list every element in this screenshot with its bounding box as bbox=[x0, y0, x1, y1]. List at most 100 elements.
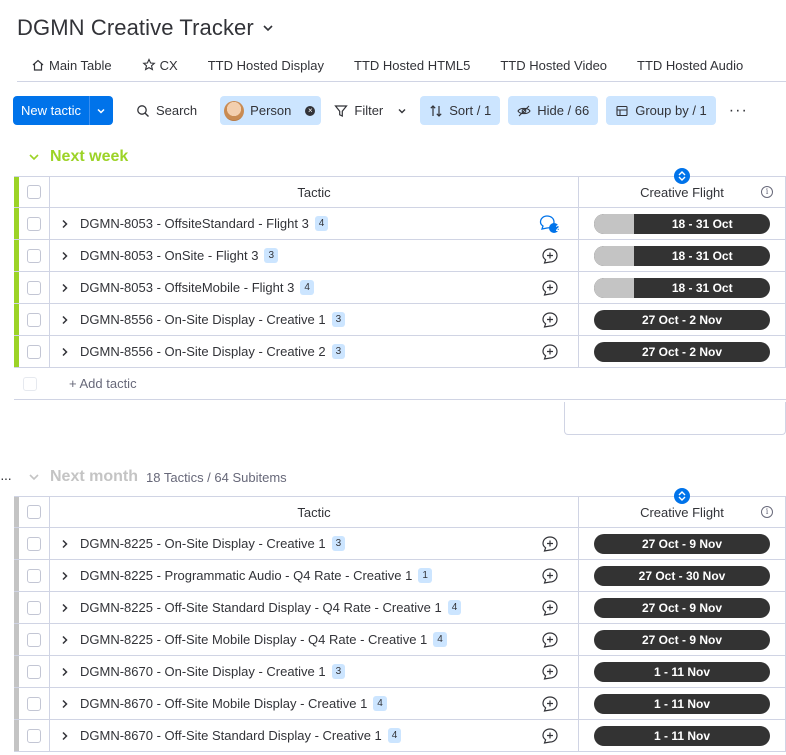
timeline-bar[interactable]: 1 - 11 Nov bbox=[594, 725, 770, 746]
add-update-icon[interactable] bbox=[541, 535, 559, 553]
checkbox[interactable] bbox=[27, 216, 41, 231]
checkbox[interactable] bbox=[27, 600, 41, 615]
timeline-bar[interactable]: 27 Oct - 2 Nov bbox=[594, 309, 770, 330]
close-icon[interactable]: × bbox=[305, 105, 316, 116]
row-checkbox-cell[interactable] bbox=[19, 336, 50, 367]
tactic-name-cell[interactable]: DGMN-8556 - On-Site Display - Creative 2… bbox=[50, 336, 521, 367]
checkbox[interactable] bbox=[27, 664, 41, 679]
tactic-name[interactable]: DGMN-8053 - OffsiteMobile - Flight 3 bbox=[80, 280, 294, 295]
chevron-right-icon[interactable] bbox=[60, 283, 70, 293]
table-row[interactable]: DGMN-8225 - On-Site Display - Creative 1… bbox=[14, 528, 786, 560]
row-checkbox-cell[interactable] bbox=[19, 560, 50, 591]
creative-flight-cell[interactable]: 1 - 11 Nov bbox=[579, 720, 786, 751]
updates-cell[interactable] bbox=[521, 688, 579, 719]
subitem-count-badge[interactable]: 4 bbox=[300, 280, 314, 295]
chevron-down-icon[interactable] bbox=[28, 151, 40, 163]
add-update-icon[interactable] bbox=[541, 247, 559, 265]
tactic-name[interactable]: DGMN-8556 - On-Site Display - Creative 2 bbox=[80, 344, 326, 359]
more-icon[interactable]: ··· bbox=[720, 96, 757, 125]
table-row[interactable]: DGMN-8556 - On-Site Display - Creative 1… bbox=[14, 304, 786, 336]
add-tactic-row[interactable]: + Add tactic bbox=[14, 368, 786, 400]
subitem-count-badge[interactable]: 3 bbox=[331, 312, 346, 327]
table-row[interactable]: DGMN-8670 - Off-Site Mobile Display - Cr… bbox=[14, 688, 786, 720]
add-update-icon[interactable] bbox=[541, 695, 559, 713]
table-row[interactable]: DGMN-8670 - On-Site Display - Creative 1… bbox=[14, 656, 786, 688]
chevron-down-icon[interactable] bbox=[28, 471, 40, 483]
timeline-bar[interactable]: 27 Oct - 30 Nov bbox=[594, 565, 770, 586]
updates-cell[interactable] bbox=[521, 560, 579, 591]
tactic-name[interactable]: DGMN-8225 - Off-Site Mobile Display - Q4… bbox=[80, 632, 427, 647]
subitem-count-badge[interactable]: 1 bbox=[418, 568, 432, 583]
chevron-right-icon[interactable] bbox=[60, 219, 70, 229]
chevron-right-icon[interactable] bbox=[60, 699, 70, 709]
checkbox[interactable] bbox=[27, 248, 41, 263]
subitem-count-badge[interactable]: 3 bbox=[264, 248, 279, 263]
column-header-creative-flight[interactable]: Creative Flight i bbox=[579, 168, 786, 207]
creative-flight-cell[interactable]: 1 - 11 Nov bbox=[579, 688, 786, 719]
tactic-name[interactable]: DGMN-8556 - On-Site Display - Creative 1 bbox=[80, 312, 326, 327]
group-header-next-week[interactable]: Next week bbox=[28, 148, 128, 166]
column-header-tactic[interactable]: Tactic bbox=[50, 497, 579, 527]
add-update-icon[interactable] bbox=[541, 311, 559, 329]
tactic-name[interactable]: DGMN-8670 - Off-Site Standard Display - … bbox=[80, 728, 382, 743]
sort-button[interactable]: Sort / 1 bbox=[420, 96, 501, 125]
table-row[interactable]: DGMN-8053 - OffsiteStandard - Flight 3 4 2… bbox=[14, 208, 786, 240]
row-checkbox-cell[interactable] bbox=[19, 208, 50, 239]
row-checkbox-cell[interactable] bbox=[19, 528, 50, 559]
creative-flight-cell[interactable]: 18 - 31 Oct bbox=[579, 208, 786, 239]
add-update-icon[interactable] bbox=[541, 727, 559, 745]
row-checkbox-cell[interactable] bbox=[19, 304, 50, 335]
creative-flight-cell[interactable]: 18 - 31 Oct bbox=[579, 272, 786, 303]
row-checkbox-cell[interactable] bbox=[19, 272, 50, 303]
subitem-count-badge[interactable]: 4 bbox=[314, 216, 329, 231]
timeline-bar[interactable]: 18 - 31 Oct bbox=[594, 213, 770, 234]
tactic-name-cell[interactable]: DGMN-8670 - Off-Site Mobile Display - Cr… bbox=[50, 688, 521, 719]
tactic-name-cell[interactable]: DGMN-8670 - On-Site Display - Creative 1… bbox=[50, 656, 521, 687]
checkbox[interactable] bbox=[27, 632, 41, 647]
chevron-right-icon[interactable] bbox=[60, 251, 70, 261]
group-menu-icon[interactable]: ··· bbox=[0, 470, 12, 486]
tactic-name-cell[interactable]: DGMN-8670 - Off-Site Standard Display - … bbox=[50, 720, 521, 751]
checkbox[interactable] bbox=[27, 728, 41, 743]
subitem-count-badge[interactable]: 3 bbox=[331, 344, 346, 359]
row-checkbox-cell[interactable] bbox=[19, 592, 50, 623]
subitem-count-badge[interactable]: 4 bbox=[433, 632, 447, 647]
row-checkbox-cell[interactable] bbox=[19, 656, 50, 687]
tactic-name-cell[interactable]: DGMN-8225 - Off-Site Standard Display - … bbox=[50, 592, 521, 623]
timeline-bar[interactable]: 18 - 31 Oct bbox=[594, 245, 770, 266]
info-icon[interactable]: i bbox=[761, 506, 773, 518]
updates-cell[interactable] bbox=[521, 304, 579, 335]
checkbox[interactable] bbox=[27, 568, 41, 583]
add-update-icon[interactable] bbox=[541, 631, 559, 649]
timeline-bar[interactable]: 27 Oct - 9 Nov bbox=[594, 597, 770, 618]
row-checkbox-cell[interactable] bbox=[19, 720, 50, 751]
timeline-bar[interactable]: 27 Oct - 9 Nov bbox=[594, 629, 770, 650]
table-row[interactable]: DGMN-8053 - OnSite - Flight 3 3 18 - 31 Oc… bbox=[14, 240, 786, 272]
checkbox[interactable] bbox=[27, 344, 41, 359]
checkbox[interactable] bbox=[27, 505, 41, 519]
subitem-count-badge[interactable]: 4 bbox=[387, 728, 402, 743]
filter-button[interactable]: Filter bbox=[325, 96, 416, 125]
search-button[interactable]: Search bbox=[127, 96, 206, 125]
tactic-name-cell[interactable]: DGMN-8053 - OffsiteStandard - Flight 3 4 bbox=[50, 208, 521, 239]
table-row[interactable]: DGMN-8556 - On-Site Display - Creative 2… bbox=[14, 336, 786, 368]
checkbox[interactable] bbox=[27, 696, 41, 711]
add-update-icon[interactable] bbox=[541, 343, 559, 361]
group-header-next-month[interactable]: Next month 18 Tactics / 64 Subitems bbox=[28, 468, 287, 486]
group-name[interactable]: Next month bbox=[50, 468, 138, 486]
tactic-name-cell[interactable]: DGMN-8225 - On-Site Display - Creative 1… bbox=[50, 528, 521, 559]
tactic-name[interactable]: DGMN-8225 - On-Site Display - Creative 1 bbox=[80, 536, 326, 551]
checkbox[interactable] bbox=[27, 536, 41, 551]
tab-main-table[interactable]: Main Table bbox=[17, 50, 127, 80]
creative-flight-cell[interactable]: 27 Oct - 2 Nov bbox=[579, 336, 786, 367]
table-row[interactable]: DGMN-8225 - Programmatic Audio - Q4 Rate… bbox=[14, 560, 786, 592]
table-row[interactable]: DGMN-8225 - Off-Site Standard Display - … bbox=[14, 592, 786, 624]
new-tactic-button[interactable]: New tactic bbox=[13, 96, 113, 125]
person-filter-chip[interactable]: Person × bbox=[220, 96, 322, 125]
chevron-down-icon[interactable] bbox=[262, 22, 274, 34]
add-update-icon[interactable] bbox=[541, 663, 559, 681]
subitem-count-badge[interactable]: 4 bbox=[373, 696, 387, 711]
subitem-count-badge[interactable]: 4 bbox=[447, 600, 462, 615]
creative-flight-cell[interactable]: 27 Oct - 9 Nov bbox=[579, 528, 786, 559]
updates-cell[interactable] bbox=[521, 656, 579, 687]
